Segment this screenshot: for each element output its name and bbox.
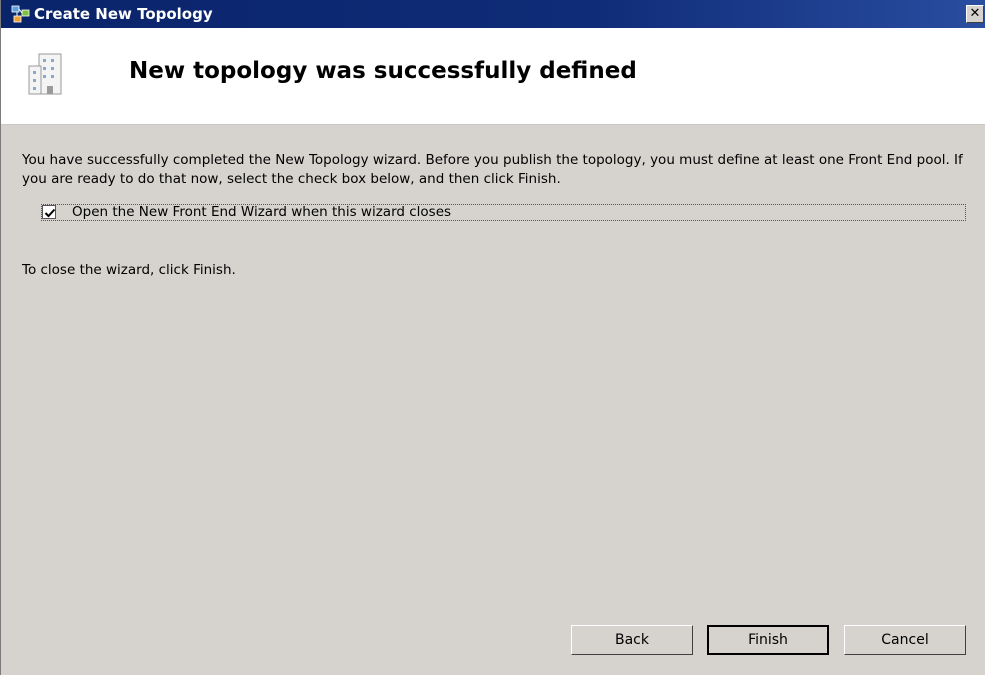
description-text: You have successfully completed the New … <box>22 152 963 187</box>
building-icon <box>27 46 79 98</box>
back-button[interactable]: Back <box>571 625 693 655</box>
open-front-end-wizard-option[interactable]: Open the New Front End Wizard when this … <box>41 204 966 221</box>
wizard-header: New topology was successfully defined <box>1 28 985 125</box>
window-title: Create New Topology <box>34 5 213 23</box>
page-title: New topology was successfully defined <box>129 58 637 84</box>
close-button[interactable]: ✕ <box>966 5 984 23</box>
wizard-content: You have successfully completed the New … <box>1 125 985 675</box>
finish-button[interactable]: Finish <box>707 625 829 655</box>
open-front-end-wizard-checkbox[interactable] <box>42 205 56 219</box>
checkmark-icon <box>44 208 56 218</box>
checkbox-label[interactable]: Open the New Front End Wizard when this … <box>72 204 451 221</box>
topology-icon <box>11 4 31 24</box>
close-instruction-text: To close the wizard, click Finish. <box>22 262 236 278</box>
title-bar[interactable]: Create New Topology ✕ <box>1 0 985 28</box>
wizard-window: Create New Topology ✕ New topology was s… <box>0 0 985 675</box>
cancel-button[interactable]: Cancel <box>844 625 966 655</box>
